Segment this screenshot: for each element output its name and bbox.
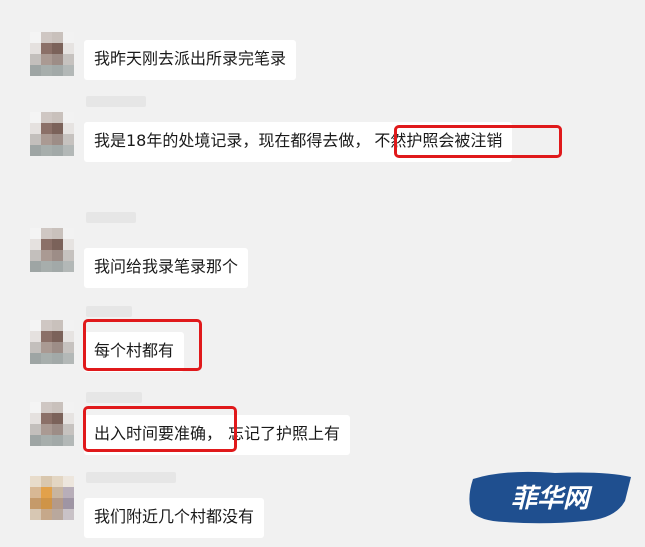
message-text: 我问给我录笔录那个 bbox=[94, 257, 239, 276]
message-text: 我是18年的处境记录，现在都得去做， bbox=[94, 131, 371, 150]
sender-name bbox=[86, 96, 146, 107]
message-bubble: 我问给我录笔录那个 bbox=[84, 248, 249, 288]
highlight-box bbox=[83, 319, 202, 371]
highlight-box bbox=[394, 125, 562, 158]
highlight-box bbox=[83, 406, 237, 452]
sender-name bbox=[86, 392, 142, 403]
avatar bbox=[30, 402, 74, 446]
sender-name bbox=[86, 472, 176, 483]
watermark-logo: 菲华网 bbox=[469, 471, 631, 524]
sender-name bbox=[86, 212, 136, 223]
watermark-text: 菲华网 bbox=[511, 484, 593, 514]
avatar bbox=[30, 32, 74, 76]
avatar bbox=[30, 476, 74, 520]
message-bubble: 我昨天刚去派出所录完笔录 bbox=[84, 40, 297, 80]
message-bubble: 我们附近几个村都没有 bbox=[84, 498, 265, 538]
avatar bbox=[30, 320, 74, 364]
avatar bbox=[30, 228, 74, 272]
sender-name bbox=[86, 306, 132, 317]
message-text: 我们附近几个村都没有 bbox=[94, 507, 255, 526]
avatar bbox=[30, 112, 74, 156]
message-text: 我昨天刚去派出所录完笔录 bbox=[94, 49, 287, 68]
message-text: 忘记了护照上有 bbox=[228, 424, 341, 443]
